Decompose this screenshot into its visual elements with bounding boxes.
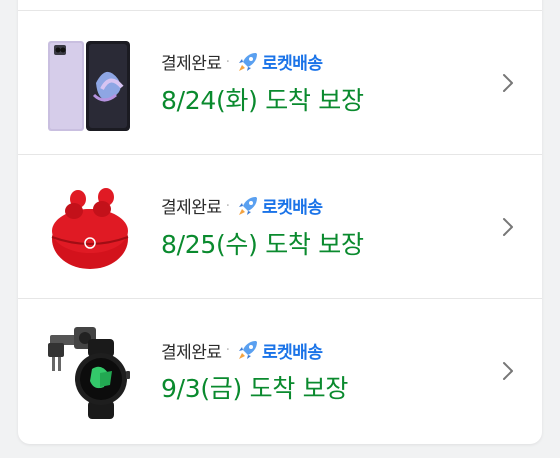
separator: · xyxy=(225,53,231,70)
rocket-delivery-label: 로켓배송 xyxy=(262,54,323,74)
chevron-right-icon[interactable] xyxy=(500,359,516,383)
order-info: 결제완료 · 로켓배송 8/24(화) 도착 보장 xyxy=(161,49,500,117)
order-info: 결제완료 · 로켓배송 8/25(수) 도착 보장 xyxy=(161,193,500,261)
status-line: 결제완료 · 로켓배송 xyxy=(161,193,500,219)
product-thumbnail[interactable] xyxy=(44,177,136,277)
chevron-right-icon[interactable] xyxy=(500,215,516,239)
rocket-icon xyxy=(239,341,258,359)
rocket-delivery-label: 로켓배송 xyxy=(262,342,323,363)
status-line: 결제완료 · 로켓배송 xyxy=(161,337,500,363)
arrival-guarantee: 9/3(금) 도착 보장 xyxy=(161,374,349,403)
chevron-right-icon[interactable] xyxy=(500,71,516,95)
arrival-guarantee: 8/24(화) 도착 보장 xyxy=(161,85,364,115)
order-row[interactable]: 결제완료 · 로켓배송 8/25(수) 도착 보장 xyxy=(18,155,542,299)
separator: · xyxy=(225,342,231,358)
phone-icon xyxy=(48,40,130,131)
product-thumbnail[interactable] xyxy=(44,33,136,133)
arrival-guarantee: 8/25(수) 도착 보장 xyxy=(161,229,364,259)
rocket-icon xyxy=(239,52,258,71)
order-row[interactable]: 결제완료 · 로켓배송 9/3(금) 도착 보장 xyxy=(18,299,542,443)
rocket-icon xyxy=(239,196,258,215)
product-thumbnail[interactable] xyxy=(44,321,136,421)
order-info: 결제완료 · 로켓배송 9/3(금) 도착 보장 xyxy=(161,337,500,405)
separator: · xyxy=(225,197,231,214)
watch-icon xyxy=(48,327,130,419)
payment-status: 결제완료 xyxy=(161,198,222,218)
rocket-delivery-label: 로켓배송 xyxy=(262,198,323,218)
payment-status: 결제완료 xyxy=(161,54,222,74)
order-list-card: 결제완료 · 로켓배송 8/24(화) 도착 보장 결제완료 · 로켓배송 8/… xyxy=(18,0,542,444)
earbuds-icon xyxy=(51,187,129,269)
order-row[interactable]: 결제완료 · 로켓배송 8/24(화) 도착 보장 xyxy=(18,11,542,155)
payment-status: 결제완료 xyxy=(161,342,222,363)
status-line: 결제완료 · 로켓배송 xyxy=(161,49,500,75)
